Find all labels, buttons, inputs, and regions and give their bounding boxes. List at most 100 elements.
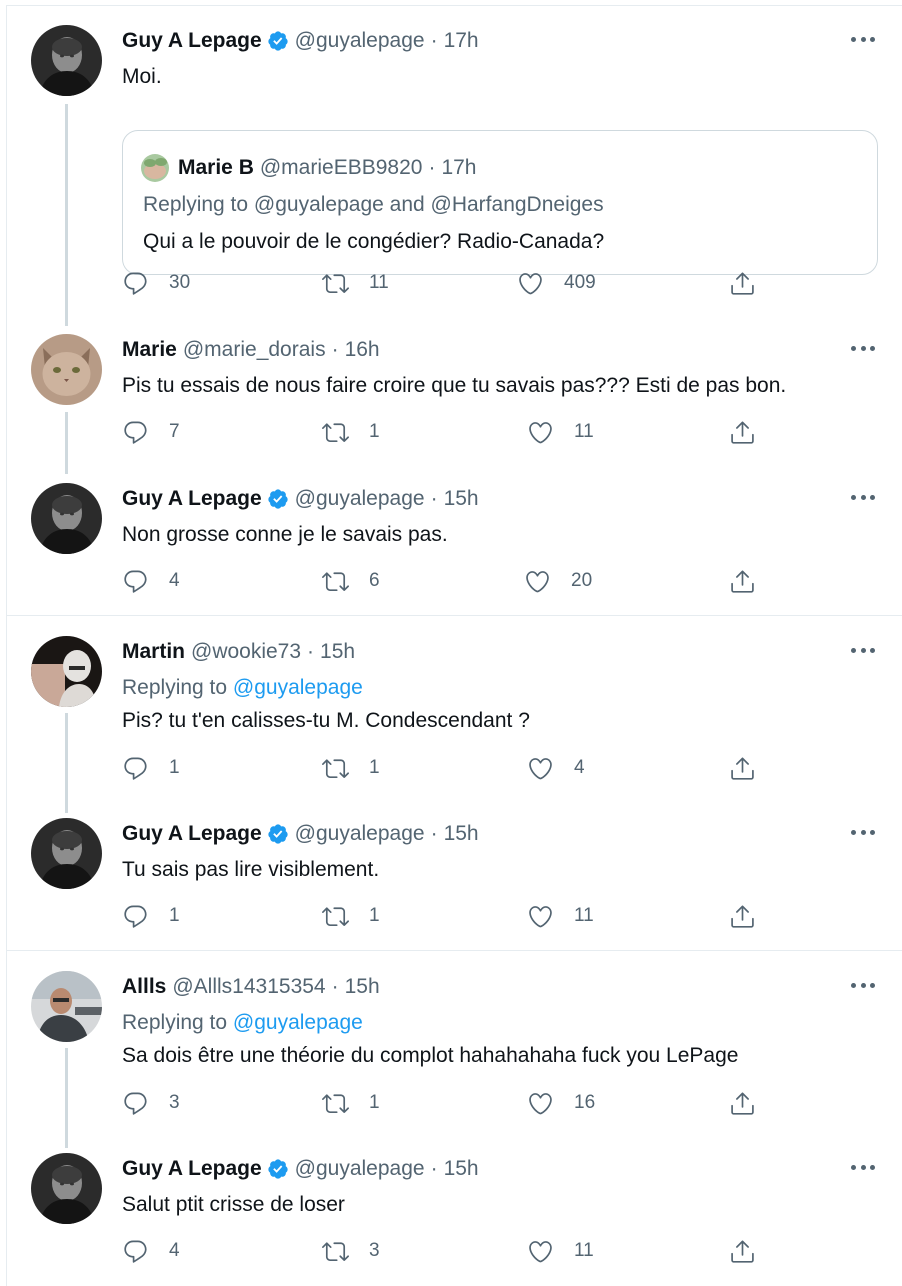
like-count: 11: [574, 905, 594, 926]
tweet-header: Guy A Lepage @guyalepage · 15h: [122, 485, 479, 513]
timestamp[interactable]: 15h: [444, 487, 479, 511]
avatar[interactable]: [31, 1153, 102, 1224]
more-dots-icon[interactable]: [850, 487, 876, 507]
retweet-arrows-icon: [322, 903, 349, 930]
reply-button[interactable]: 30: [122, 268, 190, 298]
reply-button[interactable]: 4: [122, 1236, 180, 1266]
share-upload-icon: [729, 903, 756, 930]
timestamp: 17h: [441, 156, 477, 179]
avatar[interactable]: [31, 334, 102, 405]
replying-to-label: Replying to: [122, 676, 228, 699]
tweet-header: Guy A Lepage @guyalepage · 17h: [122, 27, 479, 55]
share-button[interactable]: [729, 417, 756, 447]
tweet-header: Guy A Lepage @guyalepage · 15h: [122, 1155, 479, 1183]
reply-button[interactable]: 4: [122, 566, 180, 596]
avatar[interactable]: [31, 25, 102, 96]
avatar[interactable]: [31, 818, 102, 889]
display-name[interactable]: Marie: [122, 338, 177, 362]
user-handle[interactable]: @guyalepage: [295, 487, 425, 511]
verified-badge-icon: [267, 30, 289, 52]
retweet-button[interactable]: 1: [322, 901, 380, 931]
timestamp[interactable]: 15h: [345, 975, 380, 999]
replying-to: Replying to @guyalepage: [122, 676, 363, 700]
user-handle[interactable]: @guyalepage: [295, 822, 425, 846]
timestamp[interactable]: 16h: [345, 338, 380, 362]
like-button[interactable]: 20: [524, 566, 592, 596]
display-name[interactable]: Guy A Lepage: [122, 487, 262, 511]
reply-button[interactable]: 3: [122, 1088, 180, 1118]
like-button[interactable]: 409: [517, 268, 596, 298]
tweet-actions: 1 1 11: [122, 901, 862, 931]
user-handle[interactable]: @guyalepage: [295, 29, 425, 53]
timestamp[interactable]: 15h: [320, 640, 355, 664]
retweet-button[interactable]: 1: [322, 417, 380, 447]
reply-count: 7: [169, 421, 180, 442]
retweet-button[interactable]: 11: [322, 268, 389, 298]
share-upload-icon: [729, 568, 756, 595]
timestamp[interactable]: 15h: [444, 1157, 479, 1181]
retweet-button[interactable]: 6: [322, 566, 380, 596]
share-button[interactable]: [729, 1088, 756, 1118]
more-dots-icon[interactable]: [850, 640, 876, 660]
user-handle[interactable]: @Allls14315354: [172, 975, 325, 999]
like-button[interactable]: 4: [527, 753, 585, 783]
tweet-actions: 7 1 11: [122, 417, 862, 447]
avatar[interactable]: [31, 636, 102, 707]
quoted-tweet[interactable]: Marie B @marieEBB9820 · 17h Replying to …: [122, 130, 878, 275]
share-upload-icon: [729, 270, 756, 297]
speech-bubble-icon: [122, 270, 149, 297]
retweet-count: 1: [369, 757, 380, 778]
tweet-text: Salut ptit crisse de loser: [122, 1193, 345, 1216]
reply-button[interactable]: 7: [122, 417, 180, 447]
share-button[interactable]: [729, 566, 756, 596]
like-button[interactable]: 11: [527, 417, 594, 447]
retweet-count: 6: [369, 570, 380, 591]
mention-link[interactable]: @guyalepage: [233, 676, 363, 699]
like-button[interactable]: 16: [527, 1088, 595, 1118]
timestamp[interactable]: 15h: [444, 822, 479, 846]
more-dots-icon[interactable]: [850, 975, 876, 995]
display-name[interactable]: Martin: [122, 640, 185, 664]
quoted-tweet-header: Marie B @marieEBB9820 · 17h: [141, 155, 476, 181]
avatar[interactable]: [31, 483, 102, 554]
reply-count: 30: [169, 272, 191, 293]
like-count: 409: [564, 272, 596, 293]
display-name[interactable]: Guy A Lepage: [122, 29, 262, 53]
retweet-button[interactable]: 1: [322, 1088, 380, 1118]
tweet-text: Pis tu essais de nous faire croire que t…: [122, 374, 787, 397]
speech-bubble-icon: [122, 1238, 149, 1265]
share-button[interactable]: [729, 901, 756, 931]
retweet-count: 1: [369, 421, 380, 442]
more-dots-icon[interactable]: [850, 822, 876, 842]
share-button[interactable]: [729, 1236, 756, 1266]
retweet-button[interactable]: 1: [322, 753, 380, 783]
user-handle[interactable]: @guyalepage: [295, 1157, 425, 1181]
more-dots-icon[interactable]: [850, 1157, 876, 1177]
avatar[interactable]: [31, 971, 102, 1042]
share-button[interactable]: [729, 753, 756, 783]
timestamp[interactable]: 17h: [444, 29, 479, 53]
like-button[interactable]: 11: [527, 901, 594, 931]
retweet-arrows-icon: [322, 1238, 349, 1265]
separator-dot: ·: [430, 1157, 438, 1180]
like-button[interactable]: 11: [527, 1236, 594, 1266]
heart-icon: [517, 270, 544, 297]
heart-icon: [524, 568, 551, 595]
display-name[interactable]: Guy A Lepage: [122, 1157, 262, 1181]
retweet-button[interactable]: 3: [322, 1236, 380, 1266]
user-handle[interactable]: @wookie73: [191, 640, 301, 664]
display-name[interactable]: Guy A Lepage: [122, 822, 262, 846]
display-name[interactable]: Allls: [122, 975, 166, 999]
user-handle[interactable]: @marie_dorais: [183, 338, 326, 362]
mention-link[interactable]: @guyalepage: [233, 1011, 363, 1034]
more-dots-icon[interactable]: [850, 338, 876, 358]
more-dots-icon[interactable]: [850, 29, 876, 49]
reply-count: 4: [169, 570, 180, 591]
replying-to: Replying to @guyalepage and @HarfangDnei…: [143, 193, 604, 216]
tweet-text: Moi.: [122, 65, 162, 88]
speech-bubble-icon: [122, 419, 149, 446]
reply-button[interactable]: 1: [122, 901, 180, 931]
reply-button[interactable]: 1: [122, 753, 180, 783]
share-button[interactable]: [729, 268, 756, 298]
thread-line: [65, 713, 68, 813]
